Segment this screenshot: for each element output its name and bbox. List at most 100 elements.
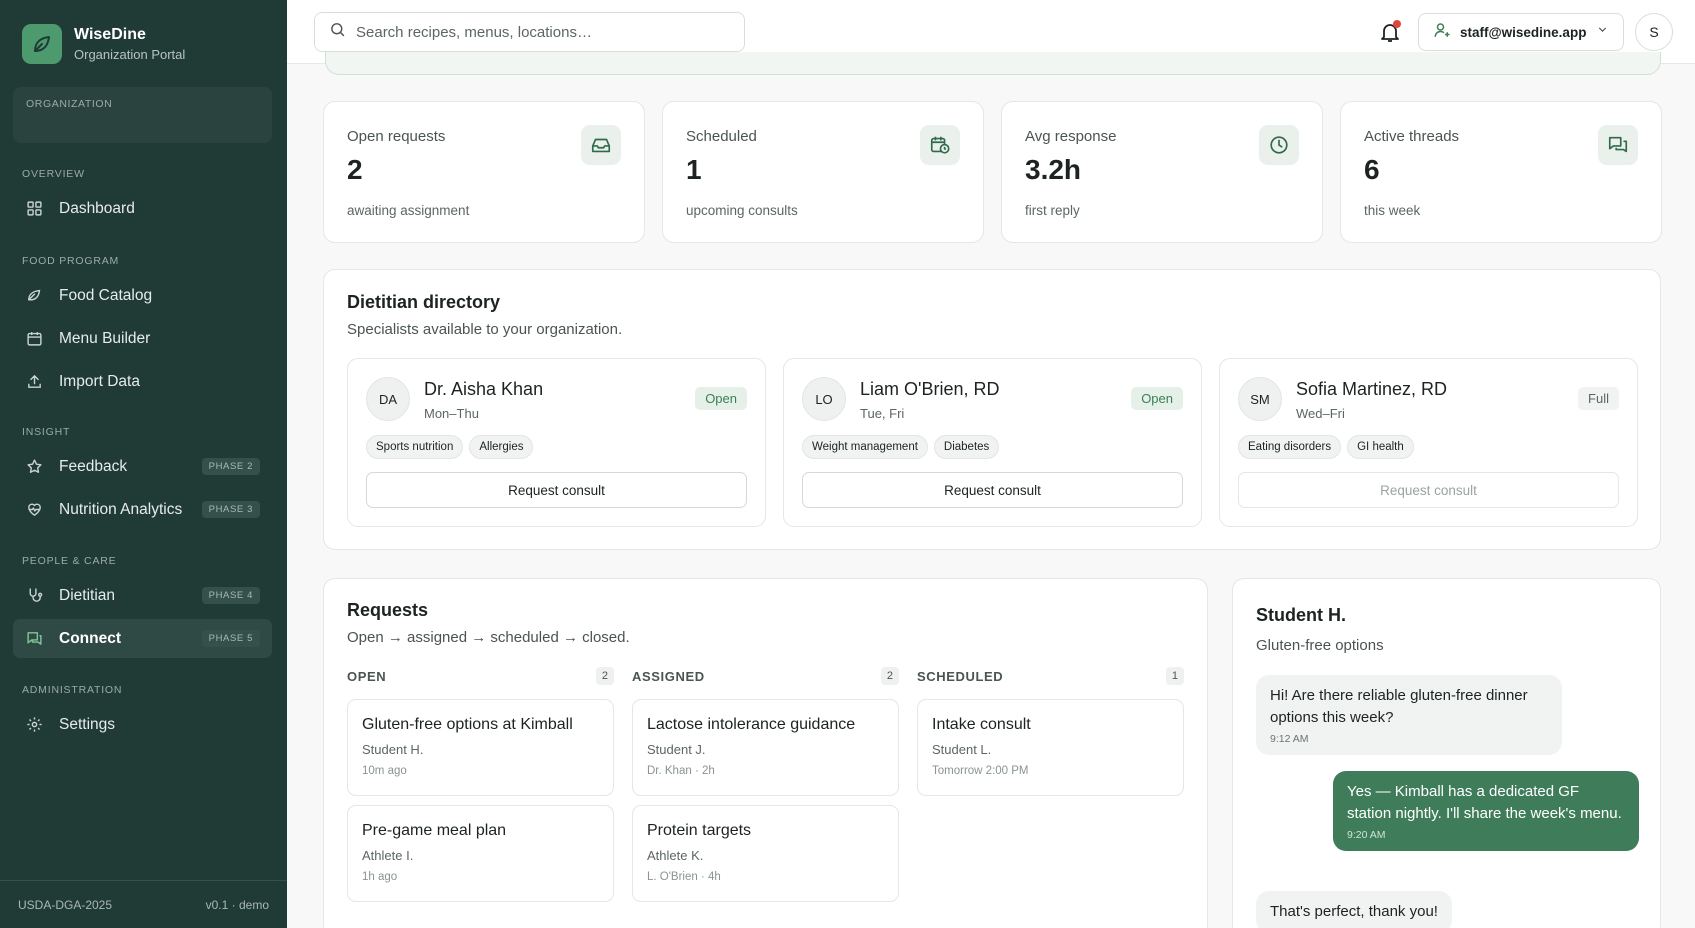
- request-title: Protein targets: [647, 822, 752, 839]
- dietitian-name: Sofia Martinez, RD: [1296, 379, 1448, 399]
- request-requester: Student H.: [362, 742, 424, 757]
- request-consult-button: Request consult: [1238, 472, 1619, 508]
- notification-dot: [1393, 20, 1401, 28]
- dietitian-avatar: DA: [366, 377, 410, 421]
- user-menu[interactable]: staff@wisedine.app: [1418, 13, 1624, 51]
- star-icon: [25, 458, 43, 476]
- chevron-down-icon: [1596, 23, 1609, 41]
- sidebar-item-connect[interactable]: Connect PHASE 5: [13, 619, 272, 658]
- section-title: Requests: [347, 600, 429, 620]
- chat-thread: Student H. Gluten-free options Hi! Are t…: [1232, 578, 1661, 928]
- app-version: v0.1 · demo: [205, 898, 269, 912]
- sidebar-item-dietitian[interactable]: Dietitian PHASE 4: [13, 576, 272, 615]
- column-header-assigned: ASSIGNED 2: [632, 667, 899, 687]
- sidebar-item-dashboard[interactable]: Dashboard: [13, 189, 272, 228]
- sidebar-item-feedback[interactable]: Feedback PHASE 2: [13, 447, 272, 486]
- dietitian-card: DA Dr. Aisha Khan Mon–Thu Open Sports nu…: [347, 358, 766, 527]
- request-title: Lactose intolerance guidance: [647, 716, 856, 733]
- sidebar-item-menu-builder[interactable]: Menu Builder: [13, 319, 272, 358]
- request-card[interactable]: Gluten-free options at Kimball Student H…: [347, 699, 614, 796]
- chat-topic: Gluten-free options: [1256, 637, 1384, 654]
- app-name: WiseDine: [74, 26, 146, 43]
- request-card[interactable]: Intake consult Student L. Tomorrow 2:00 …: [917, 699, 1184, 796]
- request-card[interactable]: Pre-game meal plan Athlete I. 1h ago: [347, 805, 614, 902]
- chat-icon: [25, 630, 43, 648]
- message-text: Hi! Are there reliable gluten-free dinne…: [1270, 687, 1528, 726]
- organization-selector[interactable]: ORGANIZATION: [13, 87, 272, 143]
- stat-title: Avg response: [1025, 128, 1117, 145]
- request-consult-button[interactable]: Request consult: [366, 472, 747, 508]
- user-email: staff@wisedine.app: [1460, 24, 1587, 40]
- messages-icon: [1598, 125, 1638, 165]
- phase-badge: PHASE 3: [201, 501, 260, 518]
- dietitian-name: Liam O'Brien, RD: [860, 379, 1000, 399]
- user-icon: [1433, 21, 1451, 44]
- stat-value: 6: [1364, 154, 1380, 185]
- specialty-tag: GI health: [1347, 435, 1414, 459]
- request-consult-button[interactable]: Request consult: [802, 472, 1183, 508]
- stat-title: Open requests: [347, 128, 446, 145]
- specialty-tag: Eating disorders: [1238, 435, 1342, 459]
- request-meta: Tomorrow 2:00 PM: [932, 765, 1029, 777]
- request-requester: Athlete K.: [647, 848, 704, 863]
- column-count: 2: [880, 667, 899, 685]
- section-label-overview: OVERVIEW: [22, 168, 85, 180]
- sidebar-footer: USDA-DGA-2025 v0.1 · demo: [0, 880, 287, 928]
- column-name: ASSIGNED: [632, 669, 705, 684]
- brand[interactable]: WiseDine Organization Portal: [22, 24, 185, 64]
- grid-icon: [25, 200, 43, 218]
- message-bubble-incoming: Hi! Are there reliable gluten-free dinne…: [1256, 675, 1562, 755]
- inbox-icon: [581, 125, 621, 165]
- status-badge: Open: [1131, 387, 1183, 410]
- request-meta: 10m ago: [362, 765, 407, 777]
- stat-card-active-threads: Active threads 6 this week: [1340, 101, 1662, 243]
- request-meta: 1h ago: [362, 871, 398, 883]
- search-input[interactable]: [356, 23, 736, 41]
- sidebar-item-label: Nutrition Analytics: [59, 500, 183, 518]
- specialty-tag: Weight management: [802, 435, 928, 459]
- stat-subtitle: first reply: [1025, 203, 1080, 218]
- sidebar-item-food-catalog[interactable]: Food Catalog: [13, 276, 272, 315]
- specialty-tag: Sports nutrition: [366, 435, 464, 459]
- dietitian-card: SM Sofia Martinez, RD Wed–Fri Full Eatin…: [1219, 358, 1638, 527]
- stat-value: 3.2h: [1025, 154, 1082, 185]
- avatar[interactable]: S: [1635, 13, 1673, 51]
- stat-value: 2: [347, 154, 363, 185]
- notifications-button[interactable]: [1378, 20, 1402, 44]
- stat-card-avg-response: Avg response 3.2h first reply: [1001, 101, 1323, 243]
- request-meta: Dr. Khan · 2h: [647, 765, 715, 777]
- message-time: 9:12 AM: [1270, 733, 1309, 745]
- upload-icon: [25, 373, 43, 391]
- phase-badge: PHASE 4: [201, 587, 260, 604]
- sidebar-item-nutrition-analytics[interactable]: Nutrition Analytics PHASE 3: [13, 490, 272, 529]
- sidebar-item-import-data[interactable]: Import Data: [13, 362, 272, 401]
- message-bubble-outgoing: Yes — Kimball has a dedicated GF station…: [1333, 771, 1639, 851]
- dietitian-days: Mon–Thu: [424, 406, 479, 421]
- request-title: Gluten-free options at Kimball: [362, 716, 573, 733]
- stat-title: Active threads: [1364, 128, 1460, 145]
- message-text: That's perfect, thank you!: [1270, 903, 1438, 920]
- request-card[interactable]: Lactose intolerance guidance Student J. …: [632, 699, 899, 796]
- sidebar-item-label: Dashboard: [59, 199, 135, 217]
- status-badge: Open: [695, 387, 747, 410]
- clock-icon: [1259, 125, 1299, 165]
- request-card[interactable]: Protein targets Athlete K. L. O'Brien · …: [632, 805, 899, 902]
- stat-card-scheduled: Scheduled 1 upcoming consults: [662, 101, 984, 243]
- dietitian-avatar: LO: [802, 377, 846, 421]
- requests-board: Requests Open → assigned → scheduled → c…: [323, 578, 1208, 928]
- heart-pulse-icon: [25, 501, 43, 519]
- dietitian-name: Dr. Aisha Khan: [424, 379, 544, 399]
- dietitian-avatar: SM: [1238, 377, 1282, 421]
- organization-label: ORGANIZATION: [26, 98, 113, 110]
- calendar-icon: [25, 330, 43, 348]
- sidebar-item-label: Dietitian: [59, 586, 115, 604]
- message-bubble-incoming: That's perfect, thank you!: [1256, 891, 1452, 928]
- sidebar-item-settings[interactable]: Settings: [13, 705, 272, 744]
- search-box[interactable]: [314, 12, 745, 52]
- stat-subtitle: this week: [1364, 203, 1421, 218]
- stat-value: 1: [686, 154, 702, 185]
- sidebar: WiseDine Organization Portal ORGANIZATIO…: [0, 0, 287, 928]
- sidebar-item-label: Import Data: [59, 372, 140, 390]
- stat-subtitle: awaiting assignment: [347, 203, 470, 218]
- app-subtitle: Organization Portal: [74, 47, 186, 62]
